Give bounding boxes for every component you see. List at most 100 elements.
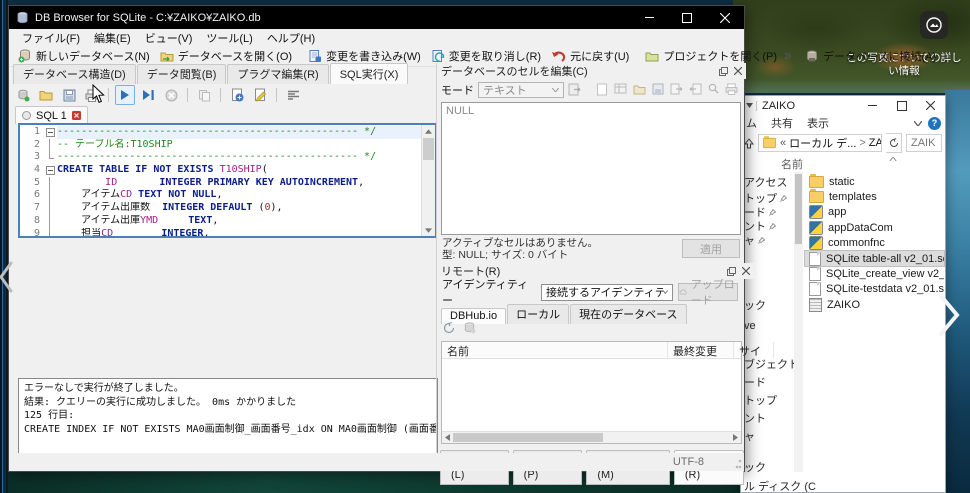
editor-line-2[interactable]: 2 -- テーブル名:T10SHIP [20,138,422,152]
file-row-5[interactable]: SQLite table-all v2_01.sql [804,249,945,268]
remote-tab-2[interactable]: 現在のデータベース [570,304,687,324]
blank-doc-icon[interactable] [596,83,608,96]
format-sql-icon[interactable] [283,85,303,105]
sidebar-item-11[interactable]: ャ [744,428,796,444]
address-crumb-parent[interactable]: ローカル デ... [789,135,856,151]
remote-table-hscroll[interactable] [442,431,741,443]
ribbon-collapse-icon[interactable] [914,120,922,126]
sidebar-item-10[interactable]: ント [744,410,796,426]
fold-marker-icon[interactable] [44,126,57,139]
next-arrow-icon[interactable] [936,292,962,338]
file-row-3[interactable]: appDataCom [805,220,944,235]
db-minimize-button[interactable] [630,6,668,29]
tab-3[interactable]: SQL実行(X) [329,63,409,84]
ribbon-tab-1[interactable]: 共有 [771,115,793,131]
editor-scrollbar[interactable] [421,125,435,236]
import-doc-icon[interactable] [689,83,702,95]
tab-0[interactable]: データベース構造(D) [13,64,136,84]
execute-line-button[interactable] [138,85,158,105]
ribbon-tab-0[interactable]: ム [746,115,757,131]
fold-marker-icon[interactable] [44,138,57,152]
scroll-up-icon[interactable] [422,125,435,137]
menu-item-2[interactable]: ビュー(V) [138,30,200,46]
editor-line-4[interactable]: 4 CREATE TABLE IF NOT EXISTS T10SHIP( [20,164,422,177]
help-icon[interactable]: ? [928,116,941,130]
fold-marker-icon[interactable] [44,214,57,228]
clone-database-icon[interactable] [463,321,476,334]
sidebar-item-0[interactable]: アクセス [744,174,796,190]
sidebar-item-12[interactable]: ック [744,459,796,475]
file-row-0[interactable]: static [805,173,944,189]
toolbar-overflow-icon-2[interactable] [943,52,951,60]
file-row-8[interactable]: ZAIKO [805,297,944,312]
sidebar-item-5[interactable]: ック [744,297,796,313]
tab-2[interactable]: プラグマ編集(R) [227,64,329,84]
file-row-2[interactable]: app [805,205,944,220]
address-crumb-current[interactable]: ZAIKO [869,137,881,149]
remote-column-header-1[interactable]: 最終変更 [668,342,734,358]
menu-item-1[interactable]: 編集(E) [87,30,138,46]
remote-column-header-0[interactable]: 名前 [442,342,668,358]
connect-database-button[interactable]: データベースに接続(A) [800,47,941,65]
photo-info-icon[interactable] [920,11,948,39]
sidebar-item-7[interactable]: ブジェクト [744,356,799,372]
scroll-left-icon[interactable] [442,434,453,441]
sidebar-scrollbar[interactable] [794,172,803,472]
encoding-indicator[interactable]: UTF-8 [673,456,704,468]
sidebar-item-8[interactable]: ード [744,374,796,390]
explorer-minimize-button[interactable] [858,96,887,115]
refresh-remote-icon[interactable] [443,321,455,334]
save-sql-file-icon[interactable] [59,85,79,105]
fold-marker-icon[interactable] [44,202,57,215]
file-row-7[interactable]: SQLite-testdata v2_01.sql [805,282,944,297]
editor-line-3[interactable]: 3 ---------------------------------------… [20,151,422,165]
file-list-header[interactable]: 名前 [741,155,945,172]
upload-button[interactable]: アップロード [677,279,738,307]
edit-sql-icon[interactable] [250,85,270,105]
quick-access-toolbar-icon[interactable] [746,100,757,111]
sidebar-item-9[interactable]: トップ [744,392,796,408]
import-cell-icon[interactable] [568,83,582,96]
close-panel-icon[interactable] [742,267,750,275]
fold-marker-icon[interactable] [44,164,57,177]
scroll-down-icon[interactable] [422,224,435,236]
scroll-right-icon[interactable] [730,434,741,441]
close-panel-icon[interactable] [734,67,742,75]
remote-file-table[interactable]: 名前 最終変更 サイ [441,341,774,444]
new-database-button[interactable]: 新しいデータベース(N) [13,47,155,65]
new-sql-tab-icon[interactable] [13,85,33,105]
open-database-button[interactable]: データベースを開く(O) [155,47,297,65]
sort-indicator-icon[interactable] [889,157,897,161]
float-panel-icon[interactable] [719,66,728,76]
resize-grip[interactable] [732,459,742,469]
fold-marker-icon[interactable] [44,151,57,164]
fold-marker-icon[interactable] [44,189,57,202]
ribbon-tab-2[interactable]: 表示 [807,115,829,131]
editor-line-7[interactable]: 7 アイテム出庫数 INTEGER DEFAULT (0), [20,202,422,215]
file-row-1[interactable]: templates [805,189,944,204]
db-close-button[interactable] [706,6,744,29]
editor-line-9[interactable]: 9 担当CD INTEGER, [20,227,422,236]
file-row-4[interactable]: commonfnc [805,236,944,251]
menu-item-3[interactable]: ツール(L) [199,30,259,46]
identity-select[interactable]: 接続するアイデンティティーを選択 [540,283,673,301]
remote-tab-1[interactable]: ローカル [507,304,570,324]
file-row-6[interactable]: SQLite_create_view v2_01.sql [805,266,944,282]
remote-column-header-2[interactable]: サイ [734,342,774,358]
fold-marker-icon[interactable] [44,176,57,190]
editor-line-1[interactable]: 1 ---------------------------------------… [20,126,422,139]
explorer-close-button[interactable] [916,96,945,115]
open-sql-file-icon[interactable] [36,85,56,105]
export-doc-icon[interactable] [670,83,683,95]
export-sql-icon[interactable] [227,85,247,105]
toolbar-overflow-icon[interactable] [784,52,792,60]
search-input[interactable]: ZAIK [906,134,942,152]
editor-line-8[interactable]: 8 アイテム出庫YMD TEXT, [20,214,422,228]
sidebar-item-4[interactable]: ャ [744,232,796,248]
fold-marker-icon[interactable] [44,227,57,236]
close-tab-icon[interactable] [71,111,81,120]
zoom-icon[interactable] [708,83,719,94]
refresh-icon[interactable] [886,133,902,153]
tab-1[interactable]: データ閲覧(B) [136,64,227,84]
stop-button[interactable] [161,85,181,105]
